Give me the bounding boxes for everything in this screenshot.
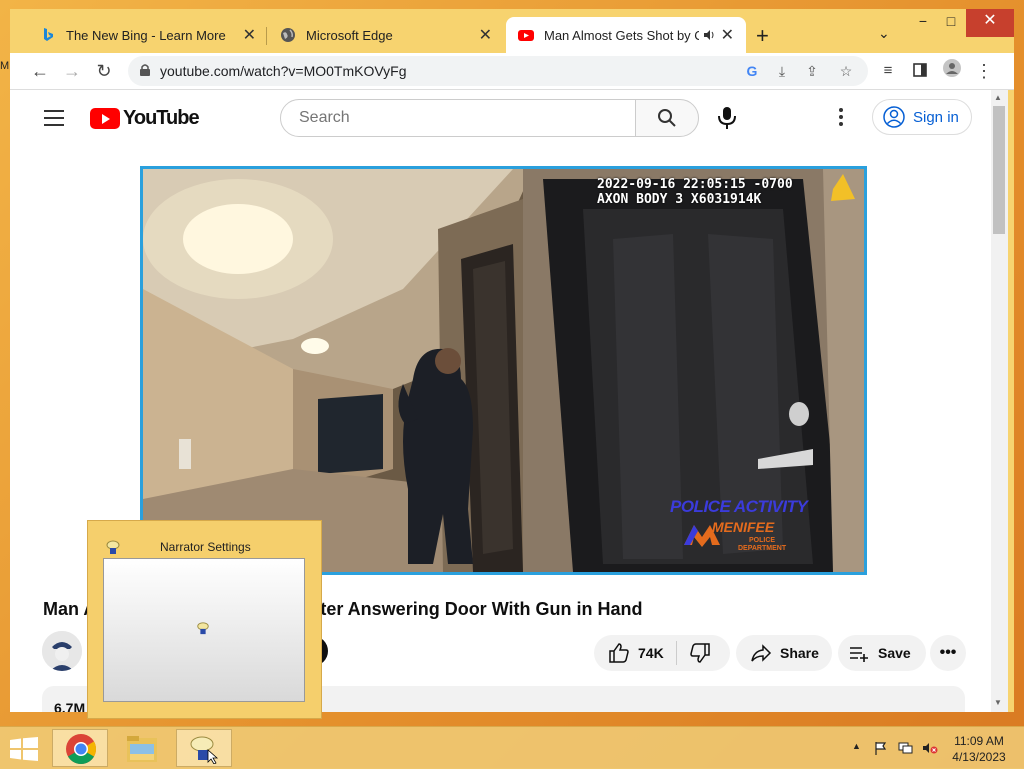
address-bar[interactable]: youtube.com/watch?v=MO0TmKOVyFg G ⤓ ⇪ ☆ xyxy=(128,56,868,86)
microphone-icon[interactable] xyxy=(716,106,738,130)
search-button[interactable] xyxy=(635,99,699,137)
tab-bing[interactable]: The New Bing - Learn More ✕ xyxy=(28,17,268,53)
narrator-taskbar-icon xyxy=(190,736,219,764)
thumbs-down-icon[interactable] xyxy=(689,642,711,664)
narrator-mini-icon xyxy=(197,622,209,635)
forward-icon[interactable]: → xyxy=(60,59,84,83)
like-count[interactable]: 74K xyxy=(638,645,664,661)
device-id-text: AXON BODY 3 X6031914K xyxy=(597,192,762,207)
bing-icon xyxy=(44,28,53,41)
volume-muted-icon[interactable] xyxy=(922,741,938,755)
video-player[interactable]: 2022-09-16 22:05:15 -0700 AXON BODY 3 X6… xyxy=(140,166,867,575)
police-activity-watermark: POLICE ACTIVITY MENIFEE POLICE DEPARTMENT xyxy=(670,497,810,557)
speaker-icon[interactable] xyxy=(703,29,715,41)
window-preview[interactable] xyxy=(103,558,305,702)
browser-menu-icon[interactable]: ⋮ xyxy=(972,59,996,83)
globe-icon xyxy=(281,28,295,42)
more-horizontal-icon: ••• xyxy=(939,644,957,661)
lock-icon xyxy=(140,64,150,76)
narrator-settings-label: Narrator Settings xyxy=(160,540,251,554)
page-scrollbar[interactable]: ▲ ▼ xyxy=(991,90,1008,712)
tab-youtube-active[interactable]: Man Almost Gets Shot by Co ✕ xyxy=(506,17,746,53)
more-actions-button[interactable]: ••• xyxy=(930,635,966,671)
account-circle-icon xyxy=(883,106,905,128)
tab-edge[interactable]: Microsoft Edge ✕ xyxy=(268,17,504,53)
scroll-up-icon[interactable]: ▲ xyxy=(994,93,1002,102)
tab-search-chevron-icon[interactable]: ⌄ xyxy=(878,25,890,42)
timestamp-text: 2022-09-16 22:05:15 -0700 xyxy=(597,177,793,192)
views-count: 6.7M xyxy=(54,700,86,712)
browser-toolbar: ← → ↻ youtube.com/watch?v=MO0TmKOVyFg G … xyxy=(10,53,1014,90)
narrator-icon xyxy=(106,540,120,554)
narrator-taskbar-preview[interactable]: Narrator Settings xyxy=(87,520,322,719)
video-title-right: fter Answering Door With Gun in Hand xyxy=(314,599,643,619)
youtube-logo[interactable]: YouTube xyxy=(90,106,200,129)
tab-title: Man Almost Gets Shot by Co xyxy=(544,27,699,43)
reload-icon[interactable]: ↻ xyxy=(92,59,116,83)
like-dislike-group: 74K xyxy=(594,635,730,671)
taskbar-file-explorer[interactable] xyxy=(114,729,170,767)
watermark-line1: POLICE ACTIVITY xyxy=(670,497,808,516)
search-input[interactable] xyxy=(297,108,621,128)
share-button[interactable]: Share xyxy=(736,635,832,671)
file-explorer-icon xyxy=(127,736,157,762)
add-to-playlist-icon xyxy=(850,647,868,662)
tab-divider xyxy=(266,27,267,45)
search-box[interactable] xyxy=(280,99,636,137)
tab-title: The New Bing - Learn More xyxy=(66,27,226,43)
like-divider xyxy=(675,641,677,665)
save-button[interactable]: Save xyxy=(838,635,926,671)
share-page-icon[interactable]: ⇪ xyxy=(802,61,822,81)
close-window-button[interactable]: ✕ xyxy=(966,9,1014,37)
youtube-icon xyxy=(518,30,534,41)
hamburger-menu-icon[interactable] xyxy=(44,110,64,126)
reading-list-icon[interactable]: ≡ xyxy=(876,59,900,83)
taskbar: ▲ 11:09 AM 4/13/2023 xyxy=(0,726,1024,769)
clock-date: 4/13/2023 xyxy=(952,750,1006,764)
scroll-down-icon[interactable]: ▼ xyxy=(994,698,1002,707)
youtube-wordmark: YouTube xyxy=(123,106,200,129)
back-icon[interactable]: ← xyxy=(28,59,52,83)
tab-strip: The New Bing - Learn More ✕ Microsoft Ed… xyxy=(10,9,1014,53)
menifee-logo-icon xyxy=(684,525,720,547)
install-icon[interactable]: ⤓ xyxy=(772,61,792,81)
close-tab-icon[interactable]: ✕ xyxy=(479,25,492,45)
channel-avatar-icon xyxy=(42,631,82,671)
sign-in-label: Sign in xyxy=(913,108,959,126)
desktop-edge-text: M xyxy=(0,60,10,72)
action-center-flag-icon[interactable] xyxy=(874,741,888,755)
watermark-line3: POLICE DEPARTMENT xyxy=(738,537,787,552)
share-label: Share xyxy=(780,645,819,661)
url-text: youtube.com/watch?v=MO0TmKOVyFg xyxy=(160,63,407,79)
system-clock[interactable]: 11:09 AM 4/13/2023 xyxy=(944,733,1014,765)
close-tab-icon[interactable]: ✕ xyxy=(721,25,734,45)
network-icon[interactable] xyxy=(898,741,914,755)
more-options-icon[interactable] xyxy=(838,108,844,128)
chrome-icon xyxy=(66,734,97,765)
windows-start-icon[interactable] xyxy=(10,737,38,761)
search-icon xyxy=(658,109,676,127)
google-translate-icon[interactable]: G xyxy=(742,61,762,81)
profile-icon[interactable] xyxy=(940,59,964,83)
channel-avatar[interactable] xyxy=(42,631,82,671)
show-hidden-icons-chevron[interactable]: ▲ xyxy=(852,741,861,751)
new-tab-button[interactable]: + xyxy=(756,23,769,49)
close-tab-icon[interactable]: ✕ xyxy=(243,25,256,45)
clock-time: 11:09 AM xyxy=(954,734,1004,748)
youtube-header: YouTube Sign in xyxy=(10,90,991,146)
save-label: Save xyxy=(878,645,911,661)
thumbs-up-icon[interactable] xyxy=(608,642,630,664)
youtube-play-icon xyxy=(90,107,120,129)
video-timestamp-overlay: 2022-09-16 22:05:15 -0700 AXON BODY 3 X6… xyxy=(597,177,793,207)
share-arrow-icon xyxy=(751,644,772,662)
scrollbar-thumb[interactable] xyxy=(993,106,1005,234)
taskbar-chrome[interactable] xyxy=(52,729,108,767)
maximize-button[interactable]: □ xyxy=(934,9,968,37)
side-panel-icon[interactable] xyxy=(908,59,932,83)
taskbar-narrator[interactable] xyxy=(176,729,232,767)
sign-in-button[interactable]: Sign in xyxy=(872,99,972,135)
bookmark-star-icon[interactable]: ☆ xyxy=(836,61,856,81)
tab-title: Microsoft Edge xyxy=(306,27,393,43)
